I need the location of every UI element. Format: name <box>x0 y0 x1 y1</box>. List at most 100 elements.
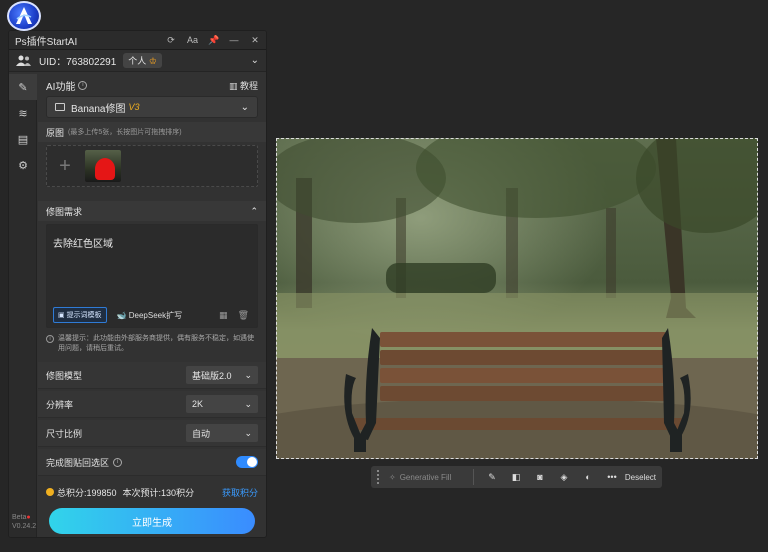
resolution-select[interactable]: 2K ⌄ <box>186 395 258 413</box>
ai-function-label: AI功能 <box>46 81 76 93</box>
account-badge-label: 个人 <box>128 56 147 66</box>
book-icon: ▥ <box>228 80 240 91</box>
sidebar-item-notes[interactable]: ▤ <box>9 126 37 152</box>
source-image-hint: (最多上传5张，长按图片可拖拽排序) <box>68 129 182 136</box>
notice: i 温馨提示：此功能由外部服务商提供，偶有服务不稳定，如遇使用问题，请稍后重试。 <box>46 334 258 360</box>
source-image-header: 原图 (最多上传5张，长按图片可拖拽排序) <box>38 122 266 142</box>
sidebar-item-settings[interactable]: ⚙ <box>9 152 37 178</box>
layers-icon: ≋ <box>18 107 28 120</box>
generate-button[interactable]: 立即生成 <box>49 508 255 534</box>
pin-icon[interactable]: 📌 <box>208 35 219 46</box>
version-label: Beta● V0.24.2 <box>12 513 36 531</box>
requirement-text: 去除红色区域 <box>53 239 113 250</box>
refresh-icon[interactable]: ⟳ <box>166 35 176 46</box>
points-estimate: 本次预计:130积分 <box>122 487 195 498</box>
canvas-image[interactable] <box>276 138 758 459</box>
deselect-button[interactable]: Deselect <box>625 473 656 482</box>
tutorial-link[interactable]: ▥ 教程 <box>229 79 258 92</box>
ratio-value: 自动 <box>192 428 211 439</box>
model-select[interactable]: 基础版2.0 ⌄ <box>186 366 258 384</box>
chevron-down-icon: ⌄ <box>240 101 249 113</box>
close-icon[interactable]: ✕ <box>250 35 260 46</box>
prompt-template-label: 提示词模板 <box>66 312 102 319</box>
deepseek-icon: 🐋 <box>116 310 129 320</box>
function-version-badge: V3 <box>128 102 140 112</box>
update-dot-icon: ● <box>26 514 31 521</box>
add-image-icon[interactable]: + <box>55 155 75 178</box>
gear-icon: ⚙ <box>18 159 28 172</box>
info-icon[interactable]: i <box>113 457 123 467</box>
modify-selection-icon[interactable]: ✎ <box>480 472 504 483</box>
get-points-link[interactable]: 获取积分 <box>222 486 258 499</box>
resolution-label: 分辨率 <box>46 399 74 410</box>
prompt-toolbar: ▣ 提示词模板 🐋 DeepSeek扩写 ▦ 🗑 <box>53 307 249 323</box>
ratio-label: 尺寸比例 <box>46 428 83 439</box>
ai-function-value: Banana修图 <box>71 103 126 115</box>
deepseek-label: DeepSeek扩写 <box>128 310 183 320</box>
adjustment-icon[interactable]: ◐ <box>576 472 600 482</box>
invert-selection-icon[interactable]: ◧ <box>504 472 528 483</box>
model-value: 基础版2.0 <box>192 370 232 381</box>
model-option: 修图模型 基础版2.0 ⌄ <box>38 362 266 389</box>
save-prompt-icon[interactable]: ▦ <box>219 310 228 321</box>
generative-fill-button[interactable]: ✧ Generative Fill <box>389 473 467 482</box>
info-icon[interactable]: i <box>78 80 88 90</box>
version-number: V0.24.2 <box>12 523 37 530</box>
image-icon <box>55 103 65 111</box>
chevron-down-icon: ⌄ <box>244 398 252 409</box>
red-mask-area <box>95 158 115 180</box>
source-image-label: 原图 <box>46 127 65 138</box>
panel-titlebar: Ps插件StartAI ⟳ Aa 📌 — ✕ <box>9 31 266 50</box>
minimize-icon[interactable]: — <box>229 35 239 45</box>
ai-function-select[interactable]: Banana修图 V3 ⌄ <box>46 96 258 118</box>
trash-icon[interactable]: 🗑 <box>238 310 249 321</box>
points-bar: 总积分:199850 本次预计:130积分 获取积分 <box>38 481 266 503</box>
sidebar-item-edit[interactable]: ✎ <box>9 74 37 100</box>
coin-icon <box>46 488 54 496</box>
chevron-up-icon[interactable]: ⌃ <box>250 206 258 217</box>
paste-back-toggle[interactable] <box>236 456 258 468</box>
requirement-textarea[interactable]: 去除红色区域 ▣ 提示词模板 🐋 DeepSeek扩写 ▦ 🗑 <box>46 224 258 328</box>
park-bench-photo <box>276 138 758 459</box>
prompt-template-button[interactable]: ▣ 提示词模板 <box>53 307 107 323</box>
ratio-option: 尺寸比例 自动 ⌄ <box>38 420 266 447</box>
account-badge[interactable]: 个人 ♔ <box>123 53 162 68</box>
titlebar-controls: ⟳ Aa 📌 — ✕ <box>166 35 260 46</box>
more-icon[interactable]: ••• <box>600 472 624 482</box>
account-bar[interactable]: UID：763802291 个人 ♔ ⌄ <box>9 50 266 72</box>
divider <box>473 469 474 485</box>
panel-main: AI功能 i ▥ 教程 Banana修图 V3 ⌄ 原图 (最多上传5张，长按图… <box>38 74 266 537</box>
paste-back-label: 完成图贴回选区 <box>46 457 110 468</box>
info-icon: i <box>46 335 54 343</box>
chevron-down-icon: ⌄ <box>244 369 252 380</box>
drag-handle[interactable] <box>377 470 381 484</box>
tutorial-label: 教程 <box>239 80 258 91</box>
font-size-icon[interactable]: Aa <box>187 35 198 45</box>
deepseek-expand-button[interactable]: 🐋 DeepSeek扩写 <box>117 310 183 321</box>
template-icon: ▣ <box>58 312 67 319</box>
plugin-panel: Ps插件StartAI ⟳ Aa 📌 — ✕ UID：763802291 个人 … <box>8 30 267 538</box>
notes-icon: ▤ <box>17 133 29 146</box>
paste-back-option: 完成图贴回选区 i <box>38 449 266 476</box>
sidebar-item-layers[interactable]: ≋ <box>9 100 37 126</box>
requirement-header[interactable]: 修图需求 ⌃ <box>38 201 266 221</box>
startai-logo[interactable] <box>7 1 41 31</box>
startai-logo-icon <box>16 7 32 24</box>
contextual-taskbar: ✧ Generative Fill ✎ ◧ ◙ ◈ ◐ ••• Deselect <box>371 466 662 488</box>
fill-icon[interactable]: ◈ <box>552 472 576 483</box>
mask-icon[interactable]: ◙ <box>528 472 552 482</box>
side-toolbar: ✎ ≋ ▤ ⚙ Beta● V0.24.2 <box>9 74 37 537</box>
resolution-option: 分辨率 2K ⌄ <box>38 391 266 418</box>
source-image-dropzone[interactable]: + <box>46 145 258 187</box>
source-image-thumbnail[interactable] <box>85 150 121 182</box>
chevron-down-icon[interactable]: ⌄ <box>251 55 259 66</box>
prompt-actions: ▦ 🗑 <box>219 310 249 321</box>
generative-fill-label: Generative Fill <box>399 472 452 482</box>
points-total: 总积分:199850 <box>57 487 117 498</box>
panel-title: Ps插件StartAI <box>15 36 78 48</box>
ai-function-header: AI功能 i ▥ 教程 <box>38 74 266 96</box>
notice-text: 温馨提示：此功能由外部服务商提供，偶有服务不稳定，如遇使用问题，请稍后重试。 <box>58 335 254 352</box>
ratio-select[interactable]: 自动 ⌄ <box>186 424 258 442</box>
model-label: 修图模型 <box>46 370 83 381</box>
chevron-down-icon: ⌄ <box>244 427 252 438</box>
